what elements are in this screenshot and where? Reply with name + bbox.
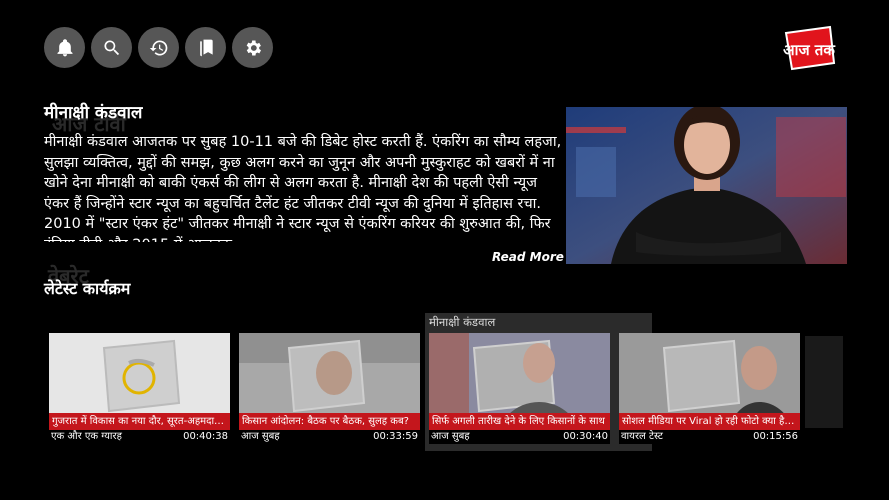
program-show: वायरल टेस्ट [621, 431, 663, 442]
program-card[interactable]: सोशल मीडिया पर Viral हो रही फोटो क्या है… [619, 333, 800, 444]
bell-icon [57, 38, 72, 56]
program-show: आज सुबह [431, 431, 470, 442]
program-title: सिर्फ अगली तारीख देने के लिए किसानों के … [429, 413, 610, 430]
search-button[interactable] [91, 27, 132, 68]
program-meta: आज सुबह 00:30:40 [429, 430, 610, 444]
program-duration: 00:15:56 [753, 431, 798, 442]
program-meta: वायरल टेस्ट 00:15:56 [619, 430, 800, 444]
program-title: गुजरात में विकास का नया दौर, सूरत-अहमदाब… [49, 413, 230, 430]
latest-section-title: लेटेस्ट कार्यक्रम [44, 279, 131, 298]
program-duration: 00:33:59 [373, 431, 418, 442]
logo-text: आज तक [783, 41, 836, 59]
settings-button[interactable] [232, 27, 273, 68]
aajtak-logo[interactable]: आज तक [780, 25, 838, 71]
read-more-link[interactable]: Read More [492, 250, 564, 264]
top-toolbar [44, 27, 273, 68]
bookmarks-button[interactable] [185, 27, 226, 68]
program-meta: आज सुबह 00:33:59 [239, 430, 420, 444]
program-show: एक और एक ग्यारह [51, 431, 122, 442]
bookmark-icon [199, 39, 213, 56]
anchor-name: मीनाक्षी कंडवाल [44, 103, 143, 123]
anchor-bio: मीनाक्षी कंडवाल आजतक पर सुबह 10-11 बजे क… [44, 134, 562, 242]
program-duration: 00:40:38 [183, 431, 228, 442]
program-duration: 00:30:40 [563, 431, 608, 442]
search-icon [103, 40, 119, 55]
notifications-button[interactable] [44, 27, 85, 68]
gear-icon [246, 40, 261, 55]
program-meta: एक और एक ग्यारह 00:40:38 [49, 430, 230, 444]
program-card-focused[interactable]: सिर्फ अगली तारीख देने के लिए किसानों के … [429, 333, 610, 444]
program-show: आज सुबह [241, 431, 280, 442]
program-card-partial[interactable] [805, 336, 843, 428]
program-card[interactable]: किसान आंदोलन: बैठक पर बैठक, सुलह कब? आज … [239, 333, 420, 444]
history-icon [149, 39, 167, 55]
focused-card-label: मीनाक्षी कंडवाल [429, 315, 496, 329]
program-title: किसान आंदोलन: बैठक पर बैठक, सुलह कब? [239, 413, 420, 430]
anchor-photo [566, 107, 847, 264]
program-title: सोशल मीडिया पर Viral हो रही फोटो क्या है… [619, 413, 800, 430]
program-card[interactable]: गुजरात में विकास का नया दौर, सूरत-अहमदाब… [49, 333, 230, 444]
history-button[interactable] [138, 27, 179, 68]
